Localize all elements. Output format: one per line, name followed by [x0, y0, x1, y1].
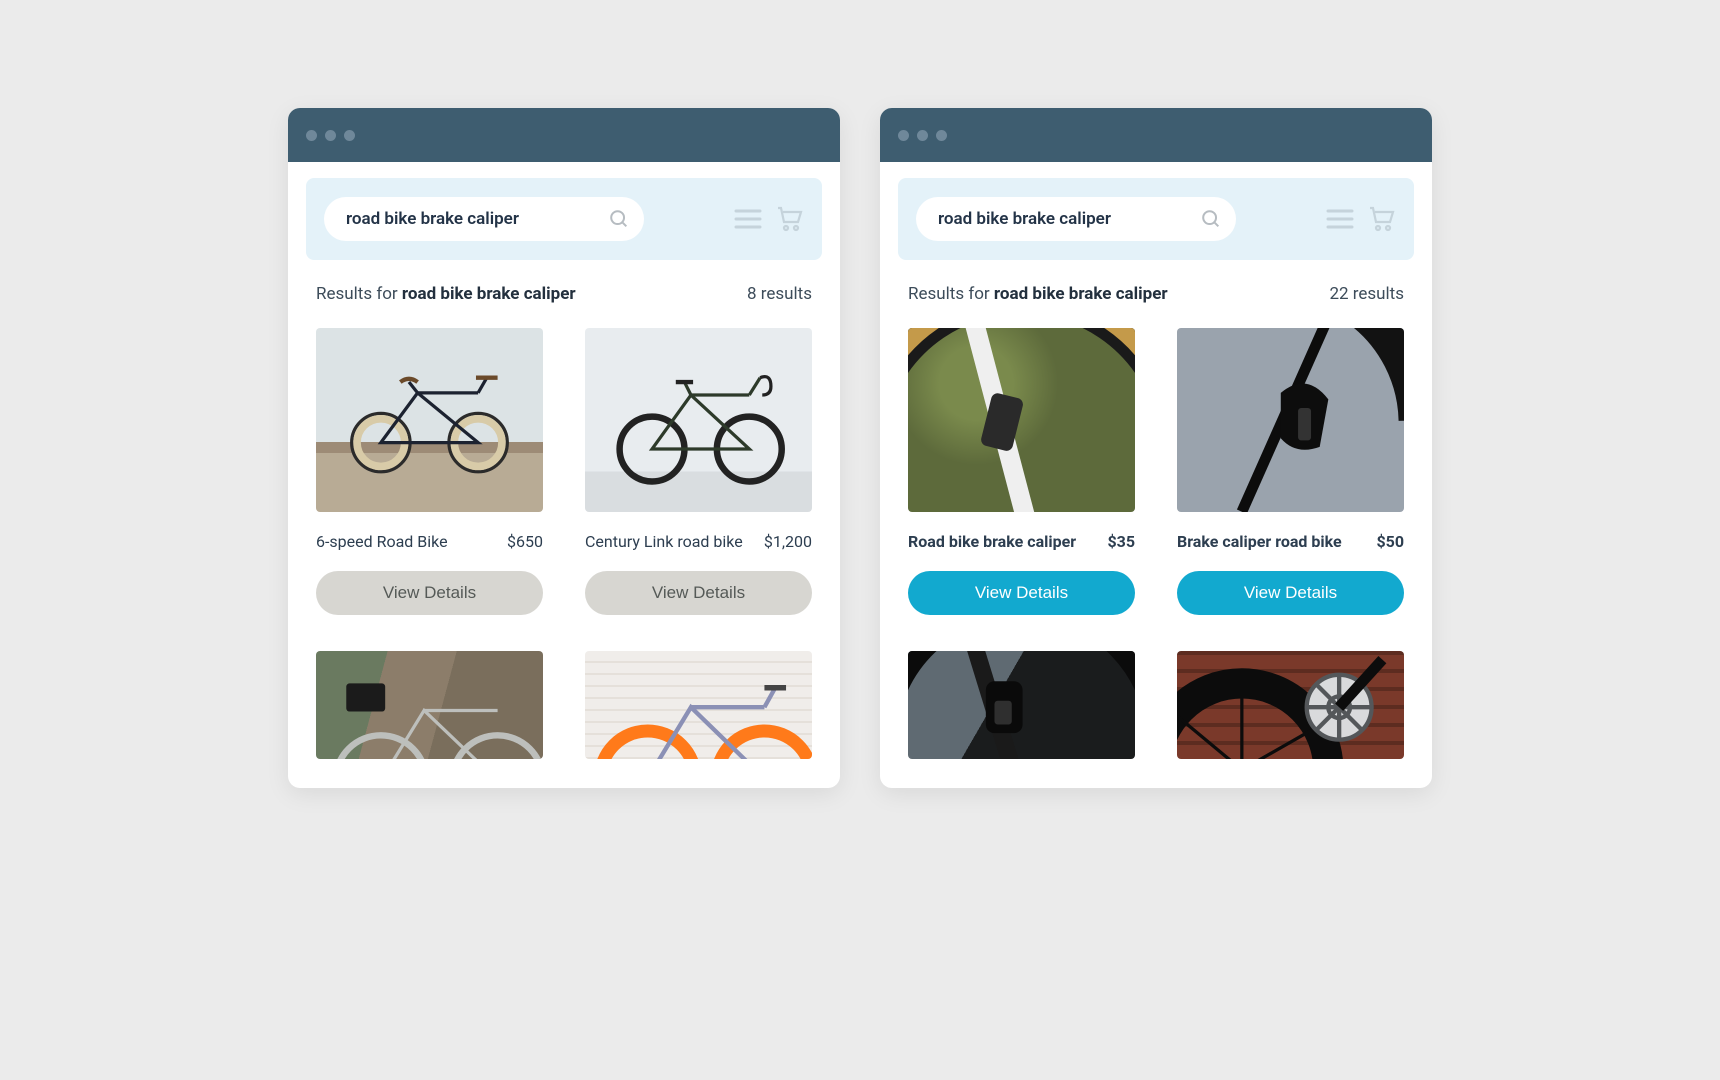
results-for-label: Results for road bike brake caliper: [316, 284, 576, 304]
product-image[interactable]: [316, 651, 543, 759]
product-image[interactable]: [908, 328, 1135, 512]
product-price: $35: [1107, 532, 1135, 551]
product-price: $650: [507, 532, 543, 551]
cart-icon[interactable]: [1368, 206, 1396, 232]
search-query: road bike brake caliper: [346, 209, 519, 229]
search-icon[interactable]: [608, 208, 630, 230]
product-price: $1,200: [764, 532, 812, 551]
window-control-dot[interactable]: [936, 130, 947, 141]
browser-window-left: road bike brake caliper Results for road…: [288, 108, 840, 788]
product-card: [316, 651, 543, 759]
window-titlebar: [880, 108, 1432, 162]
view-details-button[interactable]: View Details: [585, 571, 812, 615]
search-query: road bike brake caliper: [938, 209, 1111, 229]
product-grid: Road bike brake caliper $35 View Details…: [880, 304, 1432, 759]
view-details-button[interactable]: View Details: [1177, 571, 1404, 615]
product-card: [1177, 651, 1404, 759]
product-card: Century Link road bike $1,200 View Detai…: [585, 328, 812, 615]
results-prefix: Results for: [316, 284, 398, 304]
product-title: Brake caliper road bike: [1177, 532, 1342, 551]
results-header: Results for road bike brake caliper 22 r…: [880, 260, 1432, 304]
window-titlebar: [288, 108, 840, 162]
window-control-dot[interactable]: [344, 130, 355, 141]
product-image[interactable]: [585, 328, 812, 512]
search-input[interactable]: road bike brake caliper: [916, 197, 1236, 241]
product-grid: 6-speed Road Bike $650 View Details Cent: [288, 304, 840, 759]
results-prefix: Results for: [908, 284, 990, 304]
window-control-dot[interactable]: [306, 130, 317, 141]
product-title: Century Link road bike: [585, 532, 743, 551]
product-image[interactable]: [908, 651, 1135, 759]
view-details-button[interactable]: View Details: [316, 571, 543, 615]
product-image[interactable]: [1177, 651, 1404, 759]
view-details-button[interactable]: View Details: [908, 571, 1135, 615]
window-control-dot[interactable]: [325, 130, 336, 141]
menu-icon[interactable]: [734, 207, 762, 231]
product-price: $50: [1376, 532, 1404, 551]
product-info: 6-speed Road Bike $650: [316, 532, 543, 551]
browser-window-right: road bike brake caliper Results for road…: [880, 108, 1432, 788]
product-info: Road bike brake caliper $35: [908, 532, 1135, 551]
results-count: 22 results: [1329, 284, 1404, 304]
results-count: 8 results: [747, 284, 812, 304]
window-control-dot[interactable]: [898, 130, 909, 141]
product-image[interactable]: [316, 328, 543, 512]
menu-icon[interactable]: [1326, 207, 1354, 231]
header-bar: road bike brake caliper: [898, 178, 1414, 260]
header-actions: [1326, 206, 1396, 232]
results-query: road bike brake caliper: [994, 284, 1168, 304]
product-image[interactable]: [585, 651, 812, 759]
product-title: Road bike brake caliper: [908, 532, 1076, 551]
header-bar: road bike brake caliper: [306, 178, 822, 260]
product-card: [908, 651, 1135, 759]
product-image[interactable]: [1177, 328, 1404, 512]
product-info: Century Link road bike $1,200: [585, 532, 812, 551]
header-actions: [734, 206, 804, 232]
window-control-dot[interactable]: [917, 130, 928, 141]
cart-icon[interactable]: [776, 206, 804, 232]
results-for-label: Results for road bike brake caliper: [908, 284, 1168, 304]
product-card: 6-speed Road Bike $650 View Details: [316, 328, 543, 615]
product-card: Brake caliper road bike $50 View Details: [1177, 328, 1404, 615]
search-icon[interactable]: [1200, 208, 1222, 230]
results-query: road bike brake caliper: [402, 284, 576, 304]
product-info: Brake caliper road bike $50: [1177, 532, 1404, 551]
product-card: Road bike brake caliper $35 View Details: [908, 328, 1135, 615]
product-card: [585, 651, 812, 759]
results-header: Results for road bike brake caliper 8 re…: [288, 260, 840, 304]
product-title: 6-speed Road Bike: [316, 532, 448, 551]
search-input[interactable]: road bike brake caliper: [324, 197, 644, 241]
